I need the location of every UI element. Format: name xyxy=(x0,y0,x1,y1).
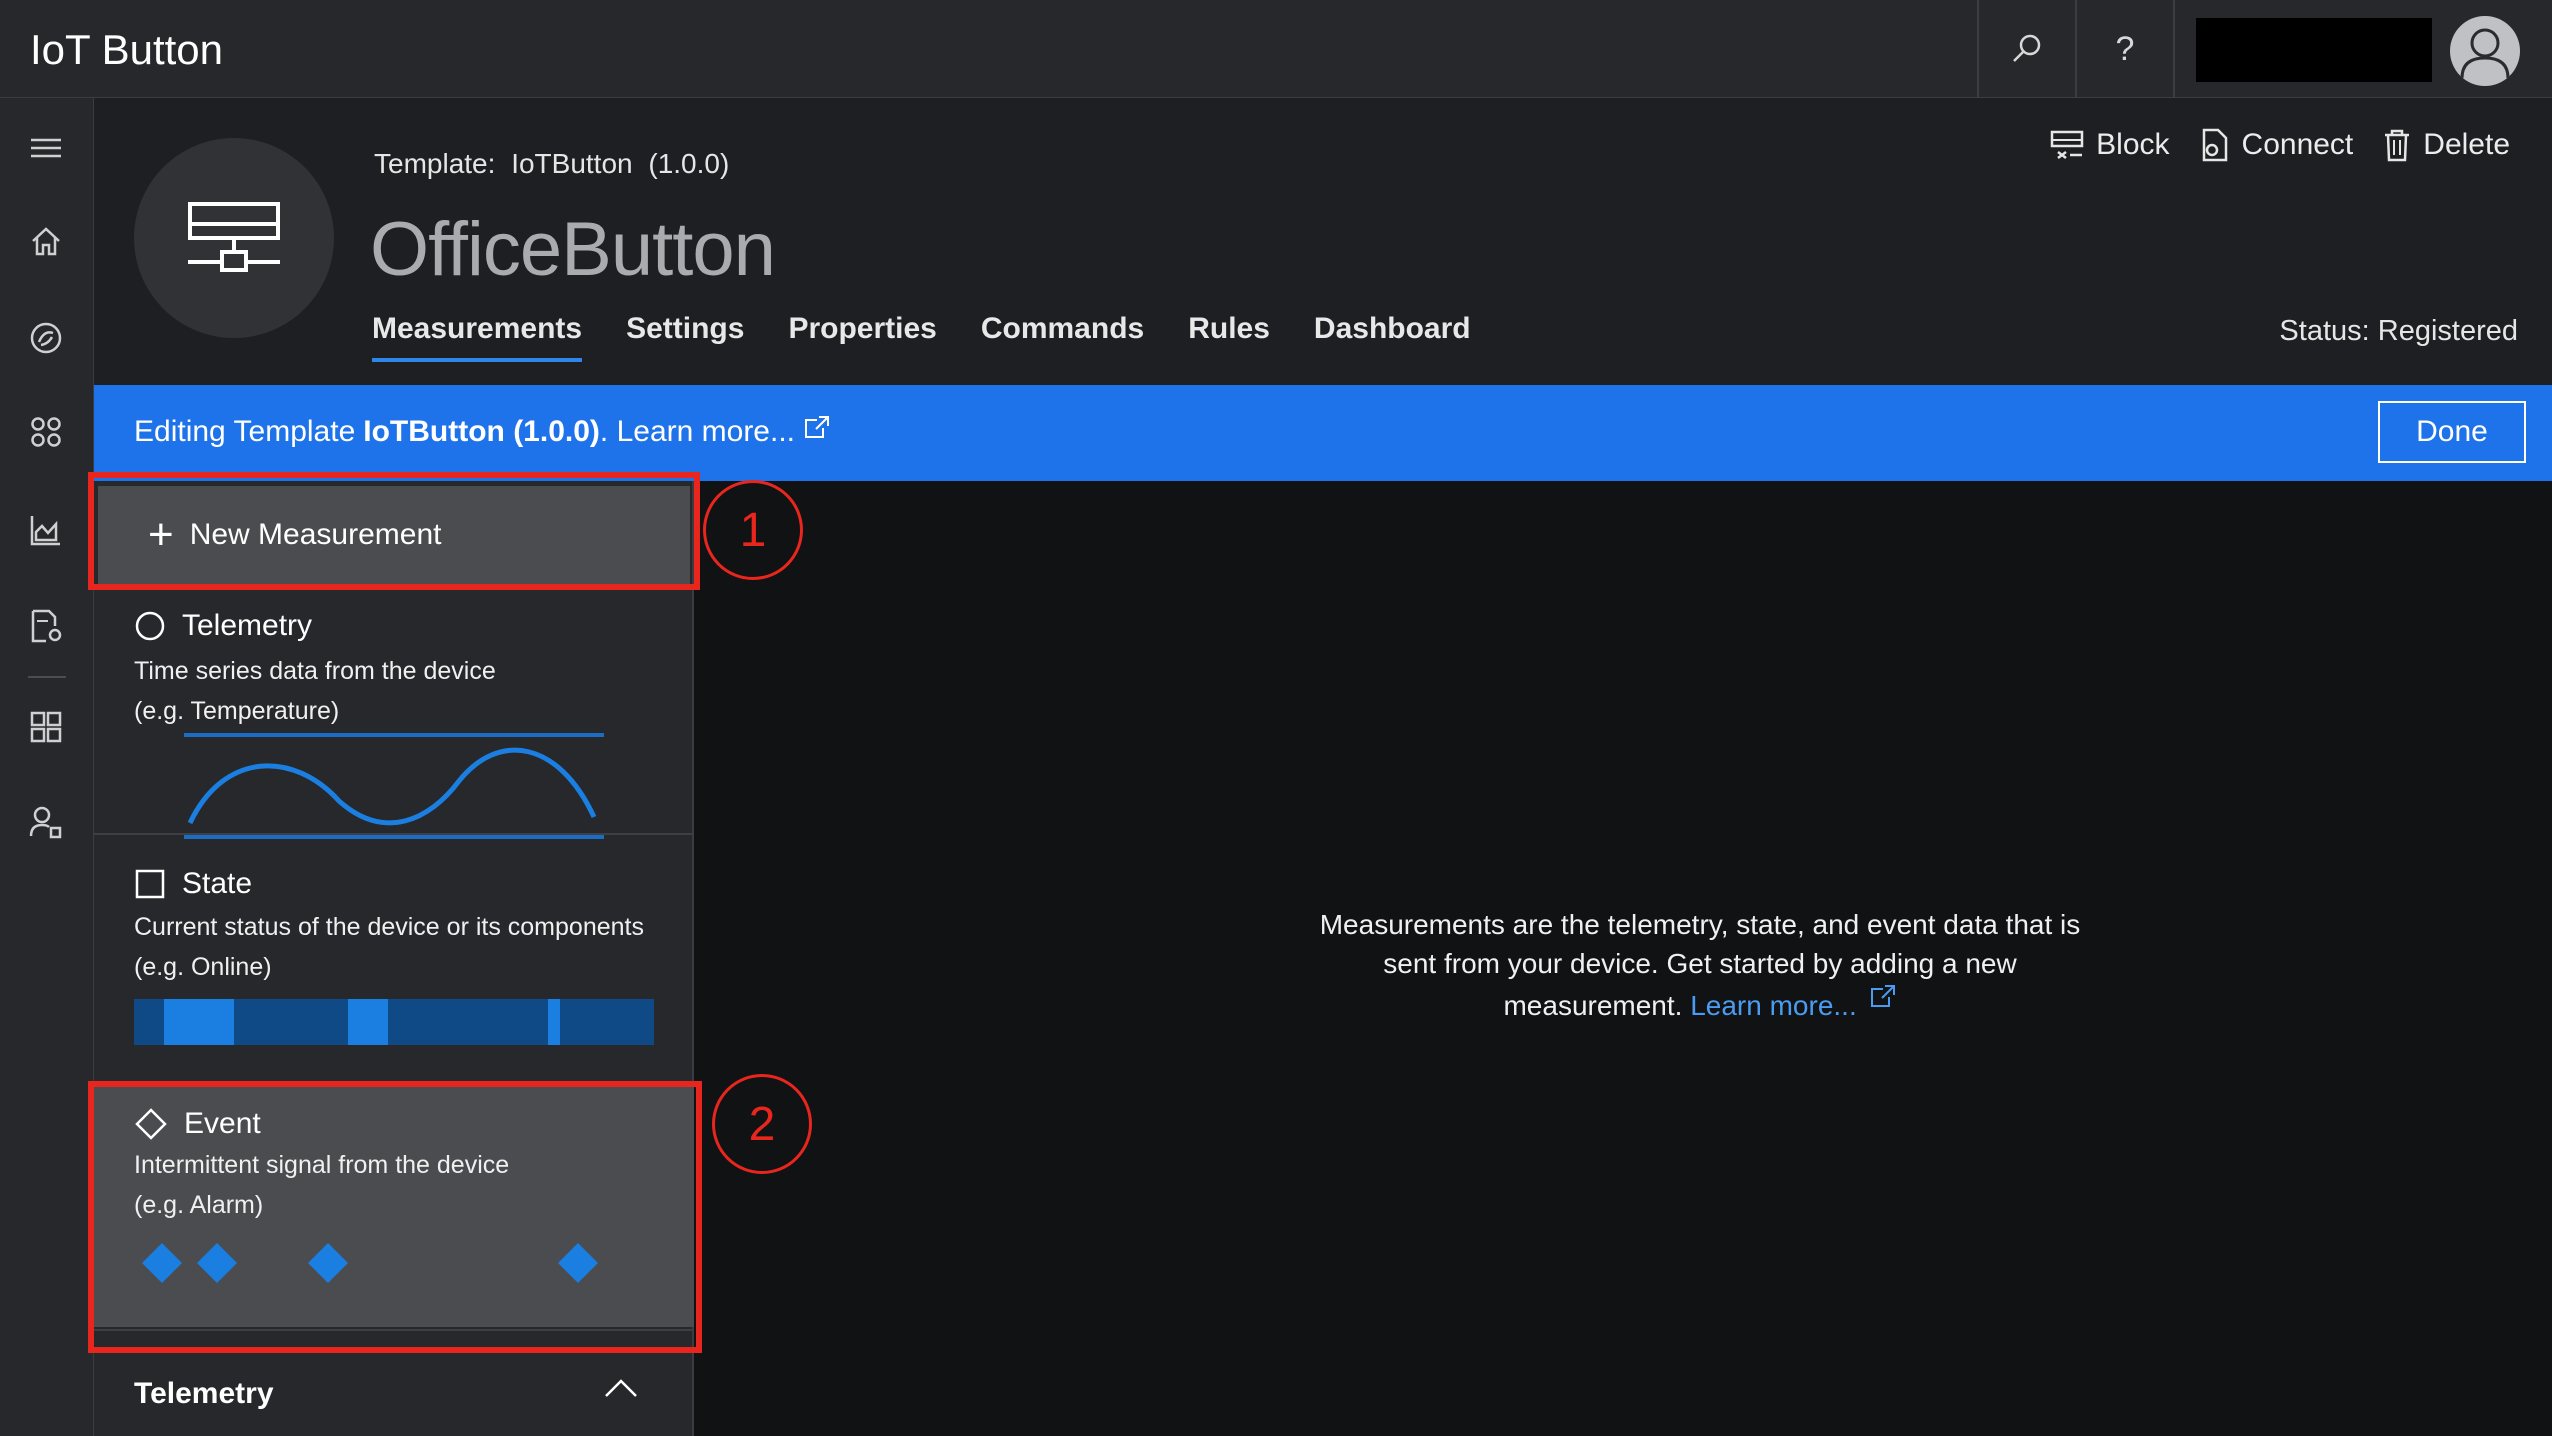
tab-measurements[interactable]: Measurements xyxy=(372,312,583,362)
device-tabs: Measurements Settings Properties Command… xyxy=(372,312,1515,362)
nav-device-sets[interactable] xyxy=(22,408,70,456)
device-icon xyxy=(188,202,280,272)
hamburger-menu-icon xyxy=(31,138,61,158)
state-label: State xyxy=(182,867,253,900)
banner-text: Editing Template IoTButton (1.0.0) . Lea… xyxy=(134,415,831,449)
telemetry-title: Telemetry xyxy=(134,609,312,643)
panel-divider xyxy=(94,833,694,835)
banner-learn-more-link[interactable]: . Learn more... xyxy=(600,415,795,449)
circle-icon xyxy=(135,611,165,641)
connect-label: Connect xyxy=(2241,128,2354,161)
tab-properties[interactable]: Properties xyxy=(788,312,936,362)
telemetry-label: Telemetry xyxy=(182,609,313,642)
nav-menu[interactable] xyxy=(22,124,70,172)
delete-button[interactable]: Delete xyxy=(2383,128,2510,162)
state-title: State xyxy=(134,867,252,901)
nav-analytics[interactable] xyxy=(22,506,70,554)
search-icon xyxy=(2013,34,2041,62)
top-bar-divider xyxy=(2173,0,2175,98)
message-line1: Measurements are the telemetry, state, a… xyxy=(1319,909,2081,940)
delete-label: Delete xyxy=(2423,128,2510,161)
tab-dashboard[interactable]: Dashboard xyxy=(1314,312,1471,362)
device-explorer-icon xyxy=(30,322,62,354)
telemetry-desc-line2: (e.g. Temperature) xyxy=(134,697,340,725)
state-option[interactable]: State Current status of the device or it… xyxy=(94,837,694,1077)
avatar[interactable] xyxy=(2450,16,2520,86)
square-icon xyxy=(135,869,165,899)
app-title: IoT Button xyxy=(30,26,224,73)
tab-rules[interactable]: Rules xyxy=(1188,312,1270,362)
left-navigation xyxy=(0,98,94,1436)
connect-button[interactable]: Connect xyxy=(2200,128,2354,162)
telemetry-desc-line1: Time series data from the device xyxy=(134,657,496,685)
device-avatar xyxy=(134,138,334,338)
nav-divider xyxy=(28,676,66,678)
nav-administration[interactable] xyxy=(22,798,70,846)
telemetry-description: Time series data from the device (e.g. T… xyxy=(134,651,496,731)
device-actions: Block Connect Delete xyxy=(2020,128,2510,162)
tab-settings[interactable]: Settings xyxy=(626,312,744,362)
external-link-icon xyxy=(805,416,829,438)
nav-jobs[interactable] xyxy=(22,602,70,650)
trash-icon xyxy=(2385,129,2410,162)
template-label: Template: xyxy=(374,148,496,179)
account-name-box[interactable] xyxy=(2196,18,2432,82)
block-icon xyxy=(2050,130,2084,159)
administration-icon xyxy=(29,806,62,839)
done-button[interactable]: Done xyxy=(2378,401,2526,463)
telemetry-section-title: Telemetry xyxy=(134,1377,274,1410)
app-builder-icon xyxy=(30,711,62,743)
telemetry-option[interactable]: Telemetry Time series data from the devi… xyxy=(94,591,694,839)
tab-commands[interactable]: Commands xyxy=(981,312,1144,362)
edit-template-banner: Editing Template IoTButton (1.0.0) . Lea… xyxy=(94,385,2552,481)
message-line2: sent from your device. Get started by ad… xyxy=(1383,948,2017,979)
help-button[interactable]: ? xyxy=(2075,0,2173,98)
top-bar: IoT Button ? xyxy=(0,0,2552,98)
nav-home[interactable] xyxy=(22,218,70,266)
state-desc-line1: Current status of the device or its comp… xyxy=(134,913,644,941)
external-link-icon xyxy=(1870,985,1895,1007)
callout-number-1: 1 xyxy=(703,480,803,580)
template-version: (1.0.0) xyxy=(648,148,730,179)
block-button[interactable]: Block xyxy=(2050,128,2170,162)
callout-box-new-measurement xyxy=(88,472,700,590)
empty-state-message: Measurements are the telemetry, state, a… xyxy=(1150,905,2250,1025)
callout-number-2: 2 xyxy=(712,1074,812,1174)
connect-icon xyxy=(2202,128,2227,162)
template-name: IoTButton xyxy=(511,148,633,179)
device-name: OfficeButton xyxy=(370,207,776,292)
learn-more-link[interactable]: Learn more... xyxy=(1690,990,1857,1021)
message-line3: measurement. Learn more... xyxy=(1150,983,2250,1025)
nav-app-builder[interactable] xyxy=(22,703,70,751)
telemetry-preview xyxy=(184,733,604,839)
home-icon xyxy=(32,227,60,256)
collapse-button[interactable] xyxy=(604,1377,638,1404)
banner-prefix: Editing Template xyxy=(134,415,356,448)
help-icon: ? xyxy=(2115,29,2135,68)
banner-template-name: IoTButton (1.0.0) xyxy=(363,415,600,448)
template-info: Template: IoTButton (1.0.0) xyxy=(374,148,737,180)
block-label: Block xyxy=(2096,128,2170,161)
state-desc-line2: (e.g. Online) xyxy=(134,953,272,981)
device-sets-icon xyxy=(31,417,61,447)
nav-device-explorer[interactable] xyxy=(22,314,70,362)
state-preview xyxy=(134,999,654,1045)
callout-box-event xyxy=(88,1081,702,1353)
chevron-up-icon xyxy=(605,1379,637,1397)
analytics-icon xyxy=(30,516,60,546)
state-description: Current status of the device or its comp… xyxy=(134,907,644,987)
user-icon xyxy=(2460,28,2510,79)
device-status: Status: Registered xyxy=(2279,315,2518,347)
jobs-icon xyxy=(31,609,62,643)
message-line3-text: measurement. xyxy=(1503,990,1683,1021)
search-button[interactable] xyxy=(1977,0,2075,98)
